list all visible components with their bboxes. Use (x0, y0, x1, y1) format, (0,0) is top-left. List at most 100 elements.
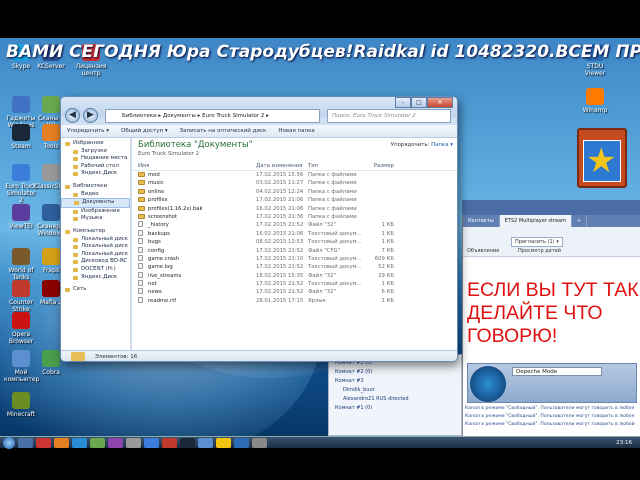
col-type[interactable]: Тип (308, 162, 364, 170)
nav-item[interactable]: Яндекс.Диск (61, 170, 130, 178)
file-date: 18.02.2015 15:35 (256, 272, 304, 279)
nav-item[interactable]: Видео (61, 191, 130, 199)
desktop-icon[interactable]: Winamp (578, 88, 612, 114)
file-row[interactable]: readme.rtf 28.01.2015 17:15 Ярлык 1 КБ (132, 296, 457, 305)
file-row[interactable]: live_streams 18.02.2015 15:35 Файл "32" 29 … (132, 271, 457, 280)
file-row[interactable]: _history 17.02.2015 21:52 Файл "32" 1 КБ (132, 221, 457, 229)
col-date[interactable]: Дата изменения (256, 162, 308, 170)
nav-item[interactable]: Дисковод BD-RC (61, 258, 130, 266)
file-row[interactable]: music 03.02.2015 11:27 Папка с файлами (132, 179, 457, 187)
nav-item[interactable]: Локальный диск (61, 236, 130, 244)
desktop-icon[interactable]: ViewTEI (4, 204, 38, 230)
file-row[interactable]: screenshot 17.02.2015 21:36 Папка с файлам… (132, 213, 457, 221)
nav-item-label: DOCENT (H:) (81, 265, 116, 272)
file-date: 17.02.2015 21:52 (256, 222, 304, 229)
file-list: mod 17.02.2015 15:56 Папка с файлами music 0… (132, 171, 457, 305)
file-type: Текстовый докум... (308, 281, 362, 288)
nav-item-label: Избранное (73, 140, 104, 146)
file-row[interactable]: mod 17.02.2015 15:56 Папка с файлами (132, 171, 457, 179)
app-icon (42, 350, 60, 367)
nav-item[interactable]: Локальный диск (61, 251, 130, 259)
nav-item[interactable]: Сеть (61, 286, 130, 294)
forward-button[interactable]: ▶ (83, 108, 98, 123)
taskbar-app-icon[interactable] (162, 437, 177, 448)
organize-button[interactable]: Упорядочить ▾ (67, 125, 109, 137)
taskbar-app-icon[interactable] (180, 437, 195, 448)
taskbar-app-icon[interactable] (234, 437, 249, 448)
file-row[interactable]: profiles 17.02.2015 21:06 Папка с файлами (132, 196, 457, 204)
nav-item[interactable]: Загрузки (61, 148, 130, 156)
room-user[interactable]: Alexandro21 RUS directed (335, 395, 455, 404)
nav-item[interactable]: Недавние места (61, 155, 130, 163)
file-row[interactable]: online 04.02.2015 12:24 Папка с файлами (132, 188, 457, 196)
nav-item[interactable]: Яндекс.Диск (61, 274, 130, 282)
room-user[interactable]: Dimdik_buzz (335, 386, 455, 395)
nav-item[interactable]: DOCENT (H:) (61, 266, 130, 274)
taskbar-app-icon[interactable] (36, 437, 51, 448)
taskbar-app-icon[interactable] (18, 437, 33, 448)
file-row[interactable]: game.crash 17.02.2015 21:10 Текстовый доку… (132, 254, 457, 263)
taskbar-app-icon[interactable] (252, 437, 267, 448)
nav-item[interactable]: Музыка (61, 215, 130, 223)
taskbar-app-icon[interactable] (144, 437, 159, 448)
nav-item[interactable]: Библиотеки (61, 183, 130, 191)
search-input[interactable]: Поиск: Euro Truck Simulator 2 (327, 109, 451, 123)
desktop-icon[interactable]: Steam (4, 124, 38, 150)
tab-contacts[interactable]: Контакты (463, 215, 500, 227)
tab-stream[interactable]: ETS2 Multiplayer stream (499, 215, 572, 227)
taskbar-app-icon[interactable] (198, 437, 213, 448)
right-window-titlebar[interactable] (462, 200, 640, 215)
file-row[interactable]: game.log 17.02.2015 21:52 Текстовый докум.… (132, 263, 457, 271)
taskbar-app-icon[interactable] (54, 437, 69, 448)
close-button[interactable]: ✕ (427, 97, 453, 108)
start-button[interactable] (3, 436, 15, 449)
player-track-field[interactable]: Depeche Mode (512, 367, 602, 376)
address-bar[interactable]: Библиотеки ▸ Документы ▸ Euro Truck Simu… (105, 109, 320, 123)
announcement-button[interactable]: Объявление (467, 248, 499, 254)
burn-button[interactable]: Записать на оптический диск (180, 125, 267, 137)
nav-item[interactable]: Изображения (61, 208, 130, 216)
arrange-dropdown[interactable]: Папка ▾ (431, 142, 453, 148)
room-item[interactable]: Комнат #2 (0) (335, 368, 455, 377)
file-size: 1 КБ (381, 297, 394, 304)
invite-button[interactable]: Пригласить (1) ▾ (511, 237, 563, 247)
desktop-icon[interactable]: Opera Browser (4, 312, 38, 345)
back-button[interactable]: ◀ (65, 108, 80, 123)
file-row[interactable]: news 17.02.2015 21:52 Файл "32" 6 КБ (132, 288, 457, 296)
taskbar-app-icon[interactable] (126, 437, 141, 448)
file-row[interactable]: profiles(1.16.2s).bak 16.02.2015 21:06 Пап… (132, 205, 457, 213)
col-size[interactable]: Размер (364, 162, 394, 170)
nav-item[interactable]: Документы (61, 198, 130, 208)
taskbar-app-icon[interactable] (90, 437, 105, 448)
file-row[interactable]: config 17.02.2015 21:52 Файл "CFG" 7 КБ (132, 246, 457, 255)
desktop-icon[interactable]: World of Tanks (4, 248, 38, 281)
nav-item[interactable]: Локальный диск (D:) (61, 243, 130, 251)
play-disc-icon[interactable] (470, 366, 506, 402)
nav-item[interactable]: Рабочий стол (61, 163, 130, 171)
desktop-icon[interactable]: Counter Strike (4, 280, 38, 313)
room-item[interactable]: Комнат #1 (0) (335, 404, 455, 413)
minimize-button[interactable]: – (395, 97, 411, 108)
maximize-button[interactable]: □ (411, 97, 427, 108)
tab-add[interactable]: + (572, 215, 588, 227)
new-folder-button[interactable]: Новая папка (278, 125, 314, 137)
file-row[interactable]: backups 16.02.2015 21:06 Текстовый докум..… (132, 229, 457, 238)
taskbar-app-icon[interactable] (108, 437, 123, 448)
taskbar-app-icon[interactable] (72, 437, 87, 448)
file-size (364, 171, 394, 179)
desktop-icon-label: Cobra (42, 369, 60, 376)
view-button[interactable]: Просмотр детей (518, 248, 561, 254)
file-row[interactable]: bugs 08.02.2015 12:53 Текстовый докум... 1 … (132, 238, 457, 246)
desktop-icon[interactable]: Мой компьютер (4, 350, 39, 383)
winamp-widget[interactable]: ★ (577, 128, 627, 188)
room-item[interactable]: Комнат #3 (335, 377, 455, 386)
nav-item[interactable]: Избранное (61, 140, 130, 148)
col-name[interactable]: Имя (138, 162, 256, 170)
desktop-icon[interactable]: Euro Truck Simulator 2 (4, 164, 38, 204)
file-row[interactable]: net 17.02.2015 21:52 Текстовый докум... 1 К… (132, 280, 457, 288)
taskbar-app-icon[interactable] (216, 437, 231, 448)
desktop-icon[interactable]: Minecraft (4, 392, 38, 418)
nav-item[interactable]: Компьютер (61, 228, 130, 236)
file-name: music (138, 179, 256, 187)
share-button[interactable]: Общий доступ ▾ (121, 125, 168, 137)
